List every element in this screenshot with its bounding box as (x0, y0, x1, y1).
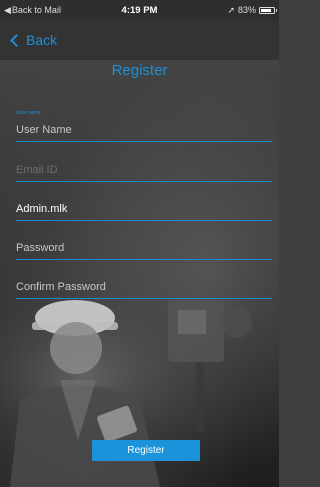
back-button[interactable]: Back (10, 32, 58, 48)
register-button[interactable]: Register (92, 440, 200, 461)
status-bar: ◀ Back to Mail 4:19 PM ➚ 83% (0, 0, 279, 20)
chevron-left-icon (10, 33, 23, 47)
username-label: User name (16, 110, 41, 116)
back-app-label: Back to Mail (11, 5, 61, 15)
battery-level (261, 8, 271, 12)
admin-field[interactable]: Admin.mlk (16, 195, 272, 221)
location-arrow-icon: ➚ (227, 4, 235, 15)
back-label: Back (26, 32, 58, 48)
username-placeholder: User Name (16, 124, 72, 136)
battery-percent: 83% (237, 5, 256, 15)
password-field[interactable]: Password (16, 234, 272, 260)
nav-bar: Back (0, 20, 279, 60)
email-placeholder: Email ID (16, 164, 58, 176)
username-field[interactable]: User name User Name (16, 110, 272, 142)
email-field[interactable]: Email ID (16, 156, 272, 182)
back-to-app[interactable]: ◀ Back to Mail (4, 5, 227, 16)
page-title: Register (111, 62, 168, 79)
admin-value: Admin.mlk (16, 203, 68, 215)
back-arrow-icon: ◀ (4, 4, 11, 15)
password-placeholder: Password (16, 242, 65, 254)
confirm-password-field[interactable]: Confirm Password (16, 273, 272, 299)
confirm-password-placeholder: Confirm Password (16, 281, 106, 293)
battery-icon (259, 6, 277, 14)
